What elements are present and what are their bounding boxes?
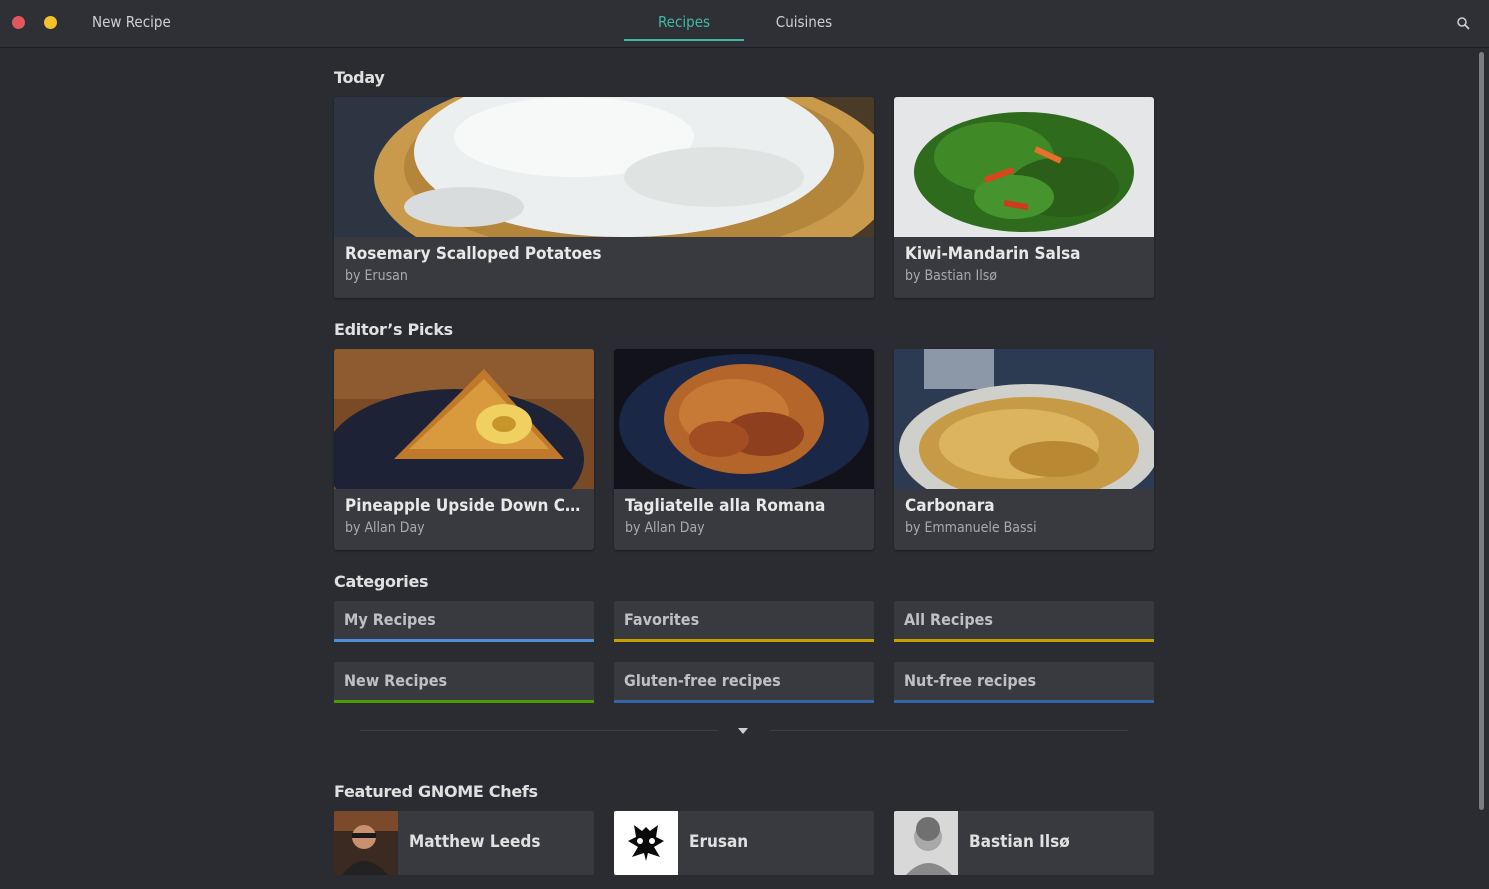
recipe-image <box>334 349 594 489</box>
recipe-card-tagliatelle-alla-romana[interactable]: Tagliatelle alla Romana by Allan Day <box>614 349 874 550</box>
section-title-featured-chefs: Featured GNOME Chefs <box>334 782 538 801</box>
chef-name: Matthew Leeds <box>409 832 541 852</box>
recipe-image <box>614 349 874 489</box>
chef-name: Bastian Ilsø <box>969 832 1070 852</box>
category-favorites[interactable]: Favorites <box>614 601 874 642</box>
search-icon <box>1457 17 1470 30</box>
category-color-bar <box>894 639 1154 642</box>
expand-arrow-icon[interactable] <box>738 728 748 734</box>
divider <box>360 730 718 731</box>
category-gluten-free-recipes[interactable]: Gluten-free recipes <box>614 662 874 703</box>
category-nut-free-recipes[interactable]: Nut-free recipes <box>894 662 1154 703</box>
section-title-categories: Categories <box>334 572 429 591</box>
category-color-bar <box>614 700 874 703</box>
category-color-bar <box>334 639 594 642</box>
recipe-title: Kiwi-Mandarin Salsa <box>905 244 1081 264</box>
category-all-recipes[interactable]: All Recipes <box>894 601 1154 642</box>
category-label: Favorites <box>624 610 700 629</box>
category-label: My Recipes <box>344 610 436 629</box>
avatar <box>894 811 958 875</box>
category-label: Gluten-free recipes <box>624 671 781 690</box>
search-button[interactable] <box>1452 12 1474 34</box>
recipe-author: by Allan Day <box>625 520 705 536</box>
recipe-author: by Bastian Ilsø <box>905 268 997 284</box>
section-title-editors-picks: Editor’s Picks <box>334 320 453 339</box>
recipe-card-carbonara[interactable]: Carbonara by Emmanuele Bassi <box>894 349 1154 550</box>
scrollbar[interactable] <box>1479 52 1484 810</box>
recipe-title: Tagliatelle alla Romana <box>625 496 826 516</box>
section-title-today: Today <box>334 68 385 87</box>
avatar <box>334 811 398 875</box>
minimize-window-button[interactable] <box>44 16 57 29</box>
close-window-button[interactable] <box>12 16 25 29</box>
recipe-card-pineapple-upside-down-cake[interactable]: Pineapple Upside Down Cake ... by Allan … <box>334 349 594 550</box>
tab-recipes[interactable]: Recipes <box>624 0 744 41</box>
category-color-bar <box>614 639 874 642</box>
recipe-title: Rosemary Scalloped Potatoes <box>345 244 602 264</box>
category-new-recipes[interactable]: New Recipes <box>334 662 594 703</box>
chef-card-bastian-ilso[interactable]: Bastian Ilsø <box>894 811 1154 875</box>
chef-card-matthew-leeds[interactable]: Matthew Leeds <box>334 811 594 875</box>
category-color-bar <box>334 700 594 703</box>
avatar <box>614 811 678 875</box>
recipe-author: by Emmanuele Bassi <box>905 520 1037 536</box>
header-bar: New Recipe Recipes Cuisines <box>0 0 1489 48</box>
new-recipe-button[interactable]: New Recipe <box>92 13 171 31</box>
recipe-image <box>894 349 1154 489</box>
recipe-author: by Allan Day <box>345 520 425 536</box>
category-my-recipes[interactable]: My Recipes <box>334 601 594 642</box>
main-view[interactable]: Today Rosemary Scalloped Potatoes by Eru… <box>0 48 1489 889</box>
recipe-title: Pineapple Upside Down Cake ... <box>345 496 585 516</box>
chef-name: Erusan <box>689 832 749 852</box>
recipe-image <box>894 97 1154 237</box>
chef-card-erusan[interactable]: Erusan <box>614 811 874 875</box>
recipe-card-rosemary-scalloped-potatoes[interactable]: Rosemary Scalloped Potatoes by Erusan <box>334 97 874 298</box>
recipe-image <box>334 97 874 237</box>
tab-cuisines[interactable]: Cuisines <box>744 0 864 41</box>
category-label: Nut-free recipes <box>904 671 1037 690</box>
recipe-title: Carbonara <box>905 496 995 516</box>
recipe-card-kiwi-mandarin-salsa[interactable]: Kiwi-Mandarin Salsa by Bastian Ilsø <box>894 97 1154 298</box>
recipe-author: by Erusan <box>345 268 408 284</box>
category-label: All Recipes <box>904 610 993 629</box>
category-label: New Recipes <box>344 671 448 690</box>
category-color-bar <box>894 700 1154 703</box>
divider <box>770 730 1128 731</box>
